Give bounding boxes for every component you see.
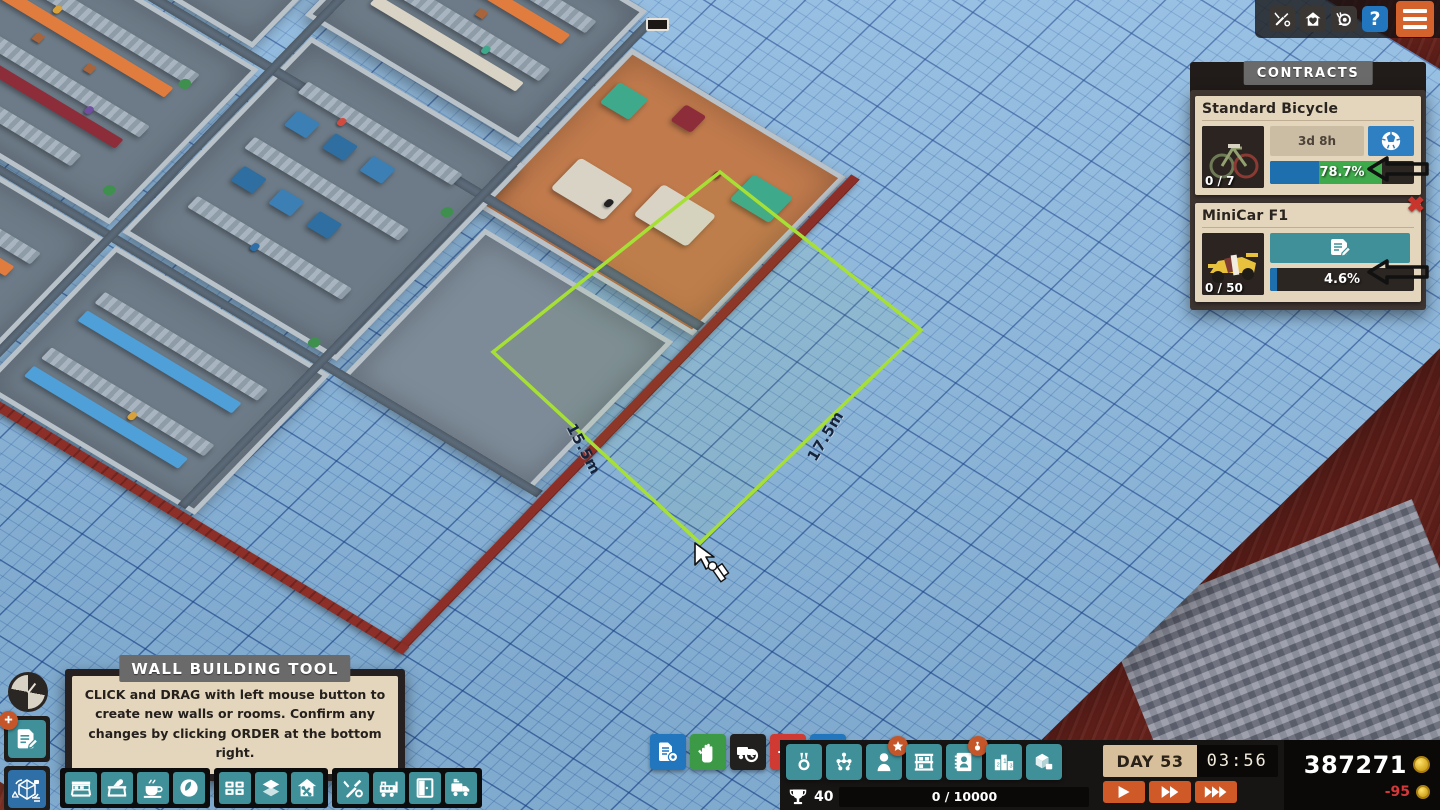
lamp-desk-tool[interactable] bbox=[101, 772, 133, 804]
speed-fast-button[interactable] bbox=[1149, 781, 1192, 803]
wall-building-tool[interactable] bbox=[337, 772, 369, 804]
management-and-xp-panel[interactable]: 1 2 3 40 0 / 10000 bbox=[779, 736, 1098, 810]
contract-quantity: 0 / 7 bbox=[1205, 174, 1235, 188]
contract-card[interactable]: Standard Bicycle 0 / 7 3d 8h 78.7% bbox=[1195, 96, 1429, 195]
order-list-tool[interactable] bbox=[0, 711, 50, 762]
medal-icon bbox=[967, 736, 988, 756]
contracts-list[interactable]: Standard Bicycle 0 / 7 3d 8h 78.7% ✖ Min… bbox=[1190, 90, 1429, 310]
help-icon[interactable]: ? bbox=[1362, 6, 1388, 32]
contract-card[interactable]: ✖ MiniCar F1 0 / 50 4.6% bbox=[1195, 194, 1429, 302]
workers-panel-button[interactable] bbox=[690, 734, 726, 770]
game-clock: 03:56 bbox=[1196, 745, 1278, 777]
speed-controls[interactable] bbox=[1103, 781, 1277, 803]
svg-text:2: 2 bbox=[997, 763, 1000, 769]
flooring-tool[interactable] bbox=[255, 772, 287, 804]
coffee-cup-tool[interactable] bbox=[137, 772, 169, 804]
door-tool[interactable] bbox=[409, 772, 441, 804]
research-tree-button[interactable] bbox=[825, 744, 862, 780]
contract-thumbnail: 0 / 7 bbox=[1202, 126, 1264, 188]
money-delta: -95 bbox=[1384, 783, 1410, 800]
money-total-row: 387271 bbox=[1304, 751, 1430, 779]
time-controls-panel[interactable]: DAY 53 03:56 bbox=[1097, 740, 1284, 810]
close-icon[interactable]: ✖ bbox=[1407, 194, 1425, 216]
contacts-button[interactable] bbox=[945, 736, 988, 780]
trophy-icon bbox=[789, 789, 807, 804]
bottom-right-hud[interactable]: 1 2 3 40 0 / 10000 DAY 53 03:56 387271 -… bbox=[779, 736, 1440, 810]
trophy-count: 40 bbox=[813, 788, 834, 805]
money-panel: 387271 -95 bbox=[1283, 740, 1440, 810]
monitor-prop bbox=[646, 18, 669, 31]
contracts-title: CONTRACTS bbox=[1243, 61, 1373, 85]
contract-progress-percent: 78.7% bbox=[1319, 165, 1365, 180]
rotate-cube-icon bbox=[8, 770, 46, 808]
contract-thumbnail: 0 / 50 bbox=[1202, 233, 1264, 295]
top-icon-bar[interactable]: ? bbox=[1255, 0, 1440, 38]
speed-fastest-button[interactable] bbox=[1195, 781, 1238, 803]
contract-name: MiniCar F1 bbox=[1202, 208, 1414, 228]
furniture-group[interactable] bbox=[60, 768, 210, 808]
machine-tool[interactable] bbox=[373, 772, 405, 804]
logistics-panel-button[interactable] bbox=[730, 734, 766, 770]
achievements-button[interactable] bbox=[785, 744, 822, 780]
tooltip-title: WALL BUILDING TOOL bbox=[119, 655, 351, 682]
experience-row: 40 0 / 10000 bbox=[780, 780, 1097, 808]
workbench-tool[interactable] bbox=[65, 772, 97, 804]
tooltip-body: CLICK and DRAG with left mouse button to… bbox=[72, 676, 398, 774]
contract-document-icon[interactable] bbox=[1270, 233, 1410, 263]
coin-icon bbox=[1413, 756, 1430, 773]
orders-panel-button[interactable] bbox=[650, 734, 686, 770]
soccer-ball-icon[interactable] bbox=[1368, 126, 1414, 156]
money-amount: 387271 bbox=[1303, 750, 1407, 779]
speed-play-button[interactable] bbox=[1103, 781, 1146, 803]
home-heart-icon[interactable] bbox=[1300, 6, 1326, 32]
contract-quantity: 0 / 50 bbox=[1205, 281, 1243, 295]
svg-text:1: 1 bbox=[1003, 758, 1007, 765]
resources-button[interactable] bbox=[1025, 744, 1062, 780]
star-icon bbox=[887, 736, 908, 756]
coin-icon-small bbox=[1416, 784, 1430, 799]
management-toolbar-right[interactable]: 1 2 3 bbox=[780, 736, 1097, 780]
contract-progress-percent: 4.6% bbox=[1323, 272, 1361, 287]
building-mode-tool[interactable] bbox=[4, 766, 50, 810]
warehouse-button[interactable] bbox=[905, 744, 942, 780]
truck-tool[interactable] bbox=[445, 772, 477, 804]
plant-pot-tool[interactable] bbox=[173, 772, 205, 804]
wallpaper-tool[interactable] bbox=[219, 772, 251, 804]
left-tool-stack[interactable] bbox=[0, 672, 52, 810]
statistics-button[interactable]: 1 2 3 bbox=[985, 744, 1022, 780]
tooltip-box: CLICK and DRAG with left mouse button to… bbox=[65, 669, 405, 781]
contract-progress-bar: 4.6% bbox=[1270, 268, 1414, 291]
main-menu-button[interactable] bbox=[1396, 1, 1434, 37]
snail-icon[interactable] bbox=[1331, 6, 1357, 32]
day-counter: DAY 53 bbox=[1103, 745, 1197, 777]
money-delta-row: -95 bbox=[1385, 784, 1430, 800]
contract-progress-bar: 78.7% bbox=[1270, 161, 1414, 184]
surfaces-group[interactable] bbox=[214, 768, 328, 808]
staff-button[interactable] bbox=[865, 736, 908, 780]
tools-icon[interactable] bbox=[1269, 6, 1295, 32]
clock-icon bbox=[8, 672, 48, 712]
day-clock-row: DAY 53 03:56 bbox=[1103, 745, 1278, 777]
contract-name: Standard Bicycle bbox=[1202, 101, 1414, 121]
structure-group[interactable] bbox=[332, 768, 482, 808]
experience-bar: 0 / 10000 bbox=[839, 786, 1090, 807]
experience-value: 0 / 10000 bbox=[931, 789, 998, 804]
house-tools-tool[interactable] bbox=[291, 772, 323, 804]
build-toolbar[interactable] bbox=[60, 768, 482, 808]
contract-time-remaining: 3d 8h bbox=[1270, 126, 1364, 156]
svg-text:3: 3 bbox=[1009, 764, 1012, 770]
